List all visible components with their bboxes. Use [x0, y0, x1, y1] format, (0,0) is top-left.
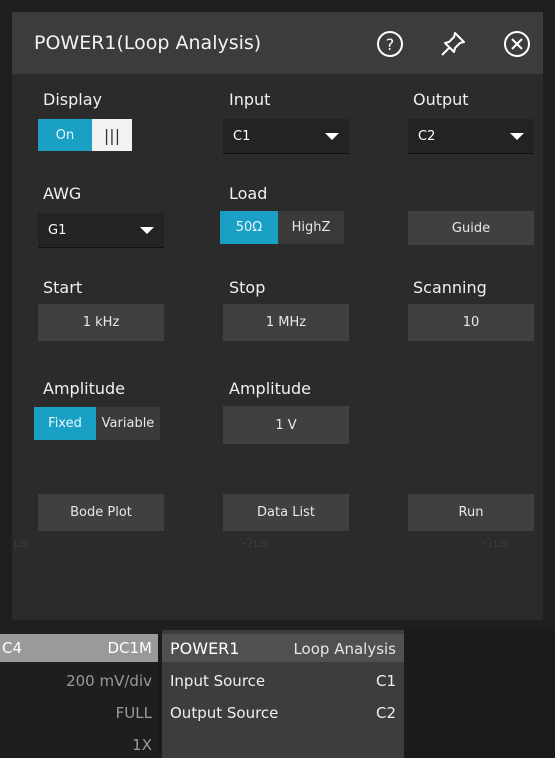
output-value: C2: [418, 128, 436, 144]
chevron-down-icon: [510, 133, 524, 140]
background-tick-right: -1μs: [482, 536, 508, 550]
output-source-row: Output Source C2: [170, 704, 396, 722]
output-dropdown[interactable]: C2: [408, 119, 534, 154]
load-toggle[interactable]: 50Ω HighZ: [220, 211, 344, 244]
power-info-panel[interactable]: POWER1 Loop Analysis Input Source C1 Out…: [162, 630, 404, 758]
amplitude-value-label: Amplitude: [229, 379, 311, 398]
load-label: Load: [229, 184, 268, 203]
input-source-value: C1: [375, 672, 396, 690]
scanning-label: Scanning: [413, 278, 487, 297]
awg-value: G1: [48, 222, 67, 238]
status-bar: C4 DC1M 200 mV/div FULL 1X POWER1 Loop A…: [0, 630, 555, 758]
amplitude-fixed-option[interactable]: Fixed: [34, 407, 96, 440]
channel4-panel[interactable]: C4 DC1M 200 mV/div FULL 1X: [0, 630, 158, 758]
output-source-value: C2: [375, 704, 396, 722]
power-name: POWER1: [170, 639, 240, 658]
bode-plot-button[interactable]: Bode Plot: [38, 494, 164, 531]
background-tick-mid: -2μs: [242, 536, 268, 550]
help-icon[interactable]: ?: [375, 29, 405, 59]
loop-analysis-dialog: POWER1(Loop Analysis) ? Display On ||| I…: [12, 12, 543, 620]
channel4-scale: 200 mV/div: [66, 672, 152, 690]
input-source-label: Input Source: [170, 672, 266, 690]
input-source-row: Input Source C1: [170, 672, 396, 690]
amplitude-value-input[interactable]: 1 V: [223, 406, 349, 444]
channel4-bandwidth: FULL: [115, 704, 152, 722]
amplitude-mode-label: Amplitude: [43, 379, 125, 398]
display-toggle[interactable]: On |||: [38, 119, 132, 151]
dialog-titlebar: POWER1(Loop Analysis) ?: [12, 12, 543, 74]
awg-dropdown[interactable]: G1: [38, 213, 164, 248]
channel4-probe: 1X: [132, 736, 152, 754]
channel4-name: C4: [2, 639, 23, 657]
stop-label: Stop: [229, 278, 266, 297]
awg-label: AWG: [43, 184, 82, 203]
channel4-header: C4 DC1M: [0, 634, 158, 662]
output-source-label: Output Source: [170, 704, 279, 722]
chevron-down-icon: [325, 133, 339, 140]
output-label: Output: [413, 90, 469, 109]
run-button[interactable]: Run: [408, 494, 534, 531]
scanning-input[interactable]: 10: [408, 304, 534, 341]
display-off-option[interactable]: |||: [92, 119, 132, 151]
guide-button[interactable]: Guide: [408, 211, 534, 245]
display-on-option[interactable]: On: [38, 119, 92, 151]
power-mode: Loop Analysis: [293, 640, 396, 658]
input-dropdown[interactable]: C1: [223, 119, 349, 154]
start-label: Start: [43, 278, 83, 297]
channel4-coupling: DC1M: [107, 639, 152, 657]
input-value: C1: [233, 128, 251, 144]
chevron-down-icon: [140, 227, 154, 234]
data-list-button[interactable]: Data List: [223, 494, 349, 531]
amplitude-mode-toggle[interactable]: Fixed Variable: [34, 407, 160, 440]
pin-icon[interactable]: [438, 29, 468, 59]
amplitude-variable-option[interactable]: Variable: [96, 407, 160, 440]
close-icon[interactable]: [502, 29, 532, 59]
input-label: Input: [229, 90, 271, 109]
load-highz-option[interactable]: HighZ: [278, 211, 344, 244]
display-label: Display: [43, 90, 102, 109]
stop-input[interactable]: 1 MHz: [223, 304, 349, 341]
power-info-header: POWER1 Loop Analysis: [162, 634, 404, 662]
start-input[interactable]: 1 kHz: [38, 304, 164, 341]
background-tick-left: μs: [14, 536, 28, 550]
dialog-title: POWER1(Loop Analysis): [34, 32, 262, 54]
svg-text:?: ?: [386, 35, 395, 54]
load-50ohm-option[interactable]: 50Ω: [220, 211, 278, 244]
